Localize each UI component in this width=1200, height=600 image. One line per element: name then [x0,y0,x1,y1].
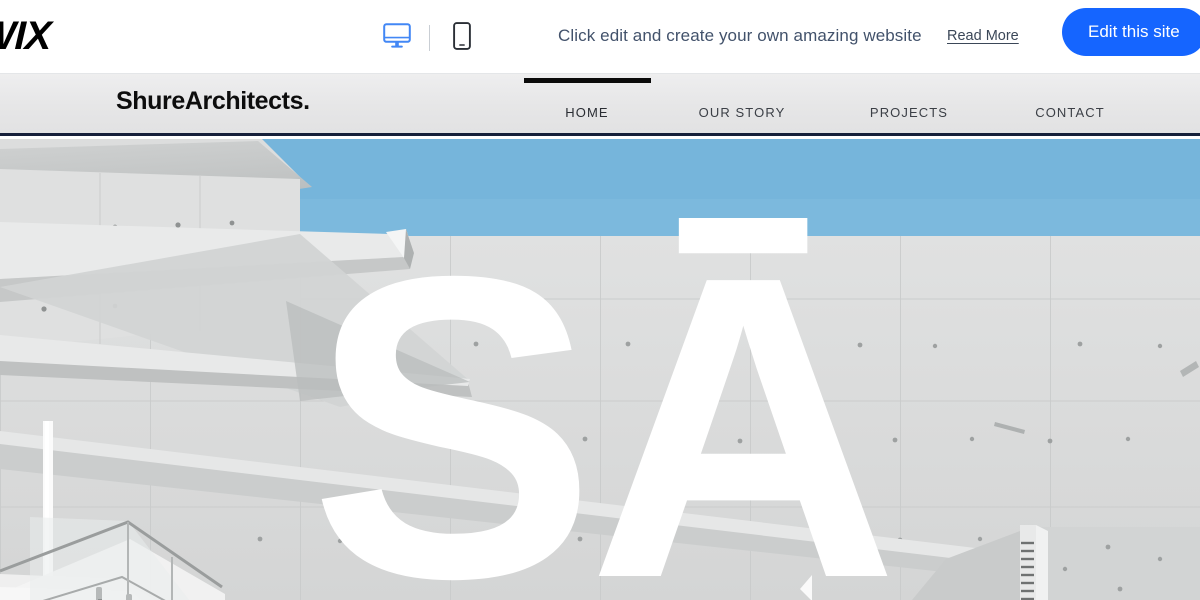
mobile-view-button[interactable] [440,18,484,58]
wix-logo[interactable]: WIX [0,14,51,58]
desktop-view-button[interactable] [375,18,419,58]
nav-item-contact[interactable]: CONTACT [1035,105,1105,120]
desktop-monitor-icon [383,22,411,54]
nav-item-projects[interactable]: PROJECTS [870,105,948,120]
nav-item-our-story[interactable]: OUR STORY [699,105,786,120]
hero-section: SĀ [0,139,1200,600]
site-navigation-bar: ShureArchitects. HOME OUR STORY PROJECTS… [0,74,1200,136]
mobile-phone-icon [453,21,471,55]
nav-item-home[interactable]: HOME [565,105,608,120]
site-brand-logo[interactable]: ShureArchitects. [116,87,310,116]
hero-background-image [0,139,1200,600]
promo-message: Click edit and create your own amazing w… [558,26,922,45]
active-nav-indicator [524,78,651,83]
device-toggle-divider [429,25,430,51]
wix-site-preview-screen: WIX Click edit and create your own amazi… [0,0,1200,600]
edit-this-site-button[interactable]: Edit this site [1062,8,1200,56]
device-view-toggle [375,18,484,58]
wix-top-bar: WIX Click edit and create your own amazi… [0,0,1200,74]
read-more-link[interactable]: Read More [947,28,1019,44]
